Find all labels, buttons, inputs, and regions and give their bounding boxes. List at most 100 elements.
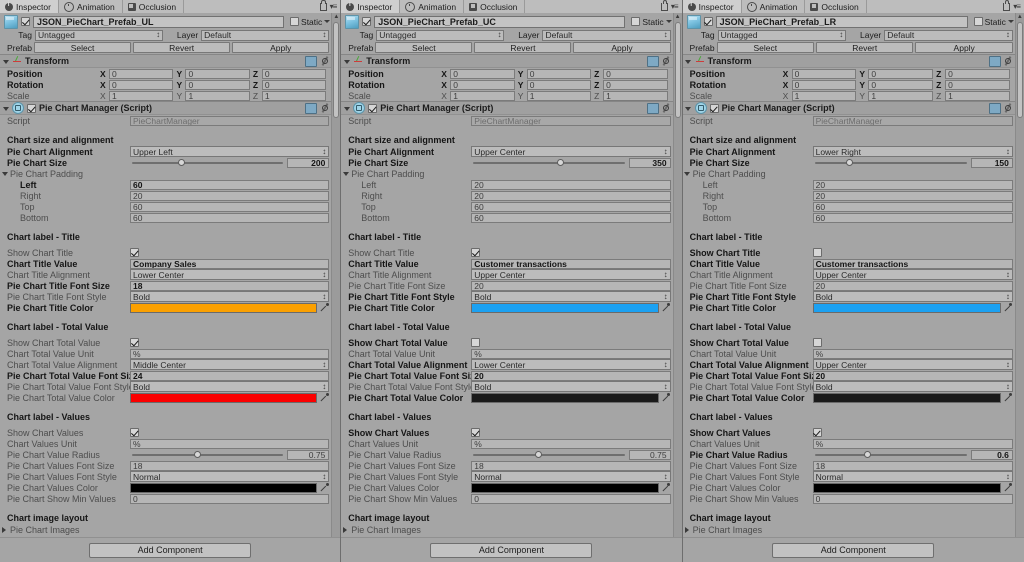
transform-scale-z-input[interactable]: 1 <box>603 90 668 101</box>
padding-right-input[interactable]: 20 <box>471 190 671 201</box>
total-font-size-input[interactable]: 24 <box>130 370 330 381</box>
vertical-scrollbar[interactable]: ▲▼ <box>1014 13 1024 562</box>
gameobject-enabled-checkbox[interactable] <box>21 17 30 26</box>
transform-rotation-x-input[interactable]: 0 <box>791 79 857 90</box>
scroll-up-arrow[interactable]: ▲ <box>1017 13 1023 21</box>
total-font-style-dropdown[interactable]: Bold <box>812 381 1013 392</box>
prefab-select-button[interactable]: Select <box>716 42 815 53</box>
size-slider[interactable] <box>813 158 969 168</box>
static-checkbox[interactable] <box>631 17 641 26</box>
gear-icon[interactable] <box>320 104 329 113</box>
padding-bottom-input[interactable]: 60 <box>130 212 330 223</box>
transform-scale-x-input[interactable]: 1 <box>450 90 515 101</box>
vertical-scrollbar[interactable]: ▲▼ <box>331 13 341 562</box>
show-min-values-input[interactable]: 0 <box>130 493 330 504</box>
title-font-size-input[interactable]: 20 <box>812 280 1013 291</box>
show-title-checkbox[interactable] <box>471 248 481 257</box>
show-total-value-checkbox[interactable] <box>812 338 822 347</box>
alignment-dropdown[interactable]: Upper Left <box>130 146 330 157</box>
padding-foldout-row[interactable]: Pie Chart Padding <box>683 168 1016 179</box>
padding-foldout[interactable] <box>342 170 349 177</box>
total-unit-input[interactable]: % <box>812 348 1013 359</box>
value-radius-value[interactable]: 0.6 <box>970 449 1013 460</box>
padding-right-input[interactable]: 20 <box>130 190 330 201</box>
title-alignment-dropdown[interactable]: Upper Center <box>471 269 671 280</box>
values-font-size-input[interactable]: 18 <box>471 460 671 471</box>
transform-foldout[interactable] <box>2 58 9 65</box>
panel-menu-icon[interactable]: ▾≡ <box>1013 2 1021 11</box>
transform-position-y-input[interactable]: 0 <box>526 68 592 79</box>
prefab-revert-button[interactable]: Revert <box>133 42 231 53</box>
transform-rotation-z-input[interactable]: 0 <box>603 79 668 90</box>
total-unit-input[interactable]: % <box>471 348 671 359</box>
padding-bottom-input[interactable]: 60 <box>471 212 671 223</box>
size-knob[interactable] <box>845 159 853 166</box>
tab-inspector[interactable]: Inspector <box>0 0 59 13</box>
help-icon[interactable] <box>988 102 1001 114</box>
padding-foldout-row[interactable]: Pie Chart Padding <box>0 168 332 179</box>
tab-occlusion[interactable]: Occlusion <box>464 0 526 13</box>
transform-rotation-y-input[interactable]: 0 <box>526 79 592 90</box>
show-min-values-input[interactable]: 0 <box>471 493 671 504</box>
eyedropper-icon[interactable] <box>661 393 671 403</box>
prefab-apply-button[interactable]: Apply <box>232 42 330 53</box>
show-title-checkbox[interactable] <box>130 248 139 257</box>
title-font-style-dropdown[interactable]: Bold <box>812 291 1013 302</box>
help-icon[interactable] <box>988 55 1001 67</box>
value-radius-slider[interactable] <box>813 450 969 460</box>
total-unit-input[interactable]: % <box>130 348 330 359</box>
title-font-size-input[interactable]: 18 <box>130 280 330 291</box>
prefab-apply-button[interactable]: Apply <box>915 42 1013 53</box>
title-color-swatch[interactable] <box>471 302 659 313</box>
values-unit-input[interactable]: % <box>471 438 671 449</box>
transform-position-z-input[interactable]: 0 <box>945 68 1010 79</box>
transform-scale-z-input[interactable]: 1 <box>261 90 327 101</box>
transform-position-z-input[interactable]: 0 <box>261 68 327 79</box>
piechart-manager-header[interactable]: Pie Chart Manager (Script) <box>341 101 674 115</box>
total-alignment-dropdown[interactable]: Lower Center <box>471 359 671 370</box>
scroll-up-arrow[interactable]: ▲ <box>675 13 681 21</box>
piechart-manager-foldout[interactable] <box>685 105 692 112</box>
eyedropper-icon[interactable] <box>1003 483 1013 493</box>
show-values-checkbox[interactable] <box>130 428 139 437</box>
transform-position-x-input[interactable]: 0 <box>791 68 857 79</box>
transform-position-y-input[interactable]: 0 <box>868 68 934 79</box>
total-font-size-input[interactable]: 20 <box>812 370 1013 381</box>
padding-left-input[interactable]: 60 <box>130 179 330 190</box>
transform-scale-x-input[interactable]: 1 <box>109 90 174 101</box>
transform-rotation-z-input[interactable]: 0 <box>945 79 1010 90</box>
padding-top-input[interactable]: 60 <box>130 201 330 212</box>
chevron-down-icon[interactable] <box>324 20 331 23</box>
title-color-swatch[interactable] <box>812 302 1001 313</box>
help-icon[interactable] <box>646 102 659 114</box>
transform-scale-y-input[interactable]: 1 <box>526 90 592 101</box>
transform-foldout[interactable] <box>685 58 692 65</box>
transform-position-x-input[interactable]: 0 <box>450 68 515 79</box>
title-value-input[interactable]: Customer transactions <box>812 258 1013 269</box>
value-radius-slider[interactable] <box>471 450 626 460</box>
tab-animation[interactable]: Animation <box>742 0 806 13</box>
gear-icon[interactable] <box>1004 104 1013 113</box>
values-font-size-input[interactable]: 18 <box>812 460 1013 471</box>
tab-occlusion[interactable]: Occlusion <box>123 0 185 13</box>
eyedropper-icon[interactable] <box>319 303 329 313</box>
values-font-style-dropdown[interactable]: Normal <box>130 471 330 482</box>
prefab-select-button[interactable]: Select <box>34 42 132 53</box>
lock-icon[interactable] <box>660 0 668 11</box>
padding-foldout-row[interactable]: Pie Chart Padding <box>341 168 673 179</box>
panel-menu-icon[interactable]: ▾≡ <box>330 2 338 11</box>
transform-foldout[interactable] <box>343 58 350 65</box>
piechart-manager-header[interactable]: Pie Chart Manager (Script) <box>682 101 1016 115</box>
transform-component-header[interactable]: Transform <box>341 54 674 68</box>
total-alignment-dropdown[interactable]: Upper Center <box>812 359 1013 370</box>
piechart-manager-enabled-checkbox[interactable] <box>27 103 36 113</box>
value-radius-knob[interactable] <box>535 451 543 458</box>
tab-occlusion[interactable]: Occlusion <box>805 0 867 13</box>
transform-scale-y-input[interactable]: 1 <box>185 90 250 101</box>
layer-dropdown[interactable]: Default <box>542 29 671 41</box>
padding-bottom-input[interactable]: 60 <box>812 212 1013 223</box>
help-icon[interactable] <box>646 55 659 67</box>
values-color-swatch[interactable] <box>130 482 318 493</box>
total-color-swatch[interactable] <box>471 392 659 403</box>
padding-foldout[interactable] <box>684 170 691 177</box>
